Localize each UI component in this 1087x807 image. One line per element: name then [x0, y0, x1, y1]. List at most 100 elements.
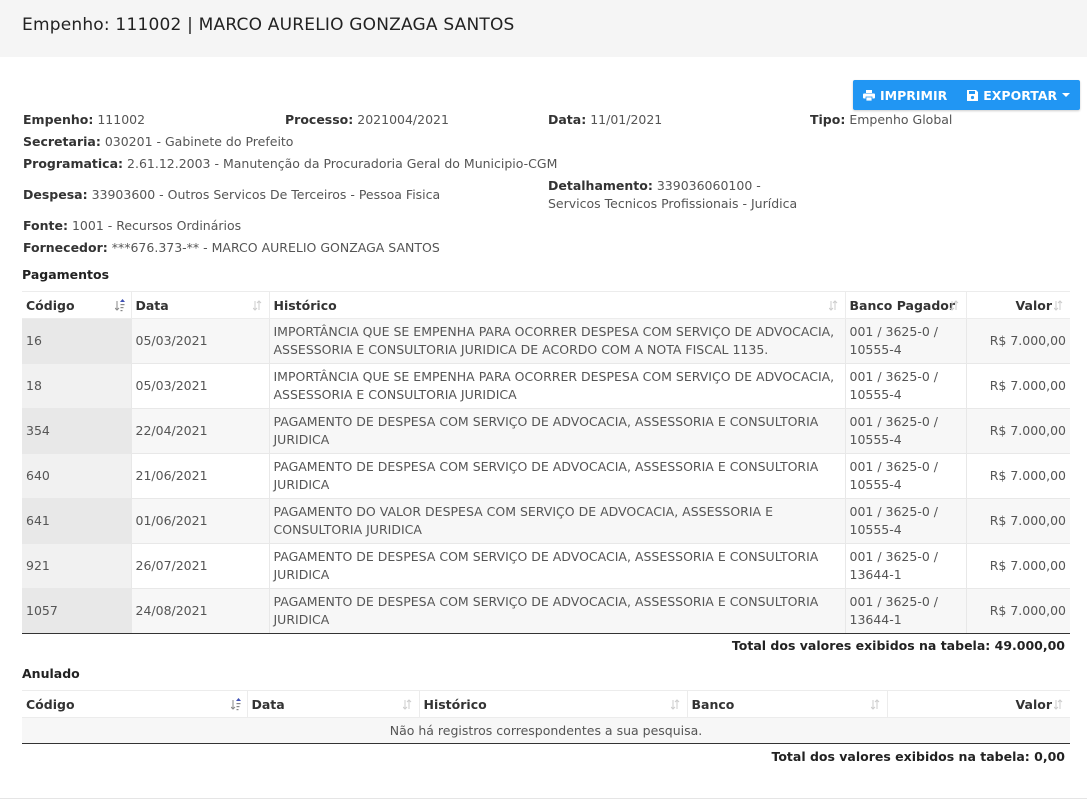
sort-icon — [402, 699, 411, 710]
column-header-data[interactable]: Data — [246, 690, 419, 718]
cell-banco: 001 / 3625-0 / 13644-1 — [844, 543, 966, 589]
cell-historico: PAGAMENTO DE DESPESA COM SERVIÇO DE ADVO… — [268, 543, 845, 589]
cell-valor: R$ 7.000,00 — [965, 498, 1070, 544]
historico-line: PAGAMENTO DE DESPESA COM SERVIÇO DE ADVO… — [273, 414, 819, 429]
despesa-label: Despesa: — [23, 187, 88, 202]
column-header-label: Código — [26, 696, 75, 712]
column-header-label: Banco — [691, 696, 735, 712]
programatica-field: Programatica: 2.61.12.2003 - Manutenção … — [23, 155, 557, 173]
cell-valor: R$ 7.000,00 — [965, 588, 1070, 634]
sort-icon — [870, 699, 879, 710]
secretaria-label: Secretaria: — [23, 134, 101, 149]
column-header-valor[interactable]: Valor — [886, 690, 1070, 718]
cell-codigo: 16 — [22, 318, 131, 364]
anulado-total: Total dos valores exibidos na tabela: 0,… — [771, 749, 1065, 764]
cell-data: 05/03/2021 — [130, 318, 269, 364]
print-button[interactable]: IMPRIMIR — [853, 80, 957, 110]
cell-data: 05/03/2021 — [130, 363, 269, 409]
historico-line: JURIDICA — [273, 567, 330, 582]
historico-line: IMPORTÂNCIA QUE SE EMPENHA PARA OCORRER … — [273, 369, 835, 384]
table-row: 1057 24/08/2021 PAGAMENTO DE DESPESA COM… — [22, 588, 1070, 634]
historico-line: JURIDICA — [273, 612, 330, 627]
despesa-value: 33903600 - Outros Servicos De Terceiros … — [91, 187, 441, 202]
fornecedor-value: ***676.373-** - MARCO AURELIO GONZAGA SA… — [111, 240, 440, 255]
cell-historico: PAGAMENTO DE DESPESA COM SERVIÇO DE ADVO… — [268, 408, 845, 454]
export-button[interactable]: EXPORTAR — [957, 80, 1080, 110]
cell-valor: R$ 7.000,00 — [965, 363, 1070, 409]
banco-line: 10555-4 — [849, 387, 902, 402]
column-header-data[interactable]: Data — [130, 291, 269, 319]
sort-icon — [949, 300, 958, 311]
programatica-value: 2.61.12.2003 - Manutenção da Procuradori… — [127, 156, 558, 171]
pagamentos-total: Total dos valores exibidos na tabela: 49… — [731, 638, 1065, 653]
column-header-codigo[interactable]: Código — [22, 690, 247, 718]
column-header-historico[interactable]: Histórico — [418, 690, 687, 718]
cell-historico: IMPORTÂNCIA QUE SE EMPENHA PARA OCORRER … — [268, 318, 845, 364]
cell-data: 24/08/2021 — [130, 588, 269, 634]
historico-line: CONSULTORIA JURIDICA — [273, 522, 422, 537]
banco-line: 10555-4 — [849, 522, 902, 537]
banco-line: 001 / 3625-0 / — [849, 549, 938, 564]
table-row: 354 22/04/2021 PAGAMENTO DE DESPESA COM … — [22, 408, 1070, 454]
printer-icon — [863, 89, 875, 101]
cell-valor: R$ 7.000,00 — [965, 408, 1070, 454]
column-header-label: Banco Pagador — [849, 297, 956, 313]
cell-data: 22/04/2021 — [130, 408, 269, 454]
column-header-label: Histórico — [273, 297, 337, 313]
banco-line: 001 / 3625-0 / — [849, 594, 938, 609]
cell-codigo: 18 — [22, 363, 131, 409]
cell-codigo: 640 — [22, 453, 131, 499]
detalhamento-value: 339036060100 - — [656, 178, 761, 193]
cell-banco: 001 / 3625-0 / 10555-4 — [844, 498, 966, 544]
column-header-codigo[interactable]: Código — [22, 291, 131, 319]
cell-valor: R$ 7.000,00 — [965, 543, 1070, 589]
cell-banco: 001 / 3625-0 / 10555-4 — [844, 453, 966, 499]
column-header-historico[interactable]: Histórico — [268, 291, 845, 319]
sort-icon — [252, 300, 261, 311]
sort-ascending-icon — [230, 698, 241, 711]
banco-line: 001 / 3625-0 / — [849, 414, 938, 429]
cell-banco: 001 / 3625-0 / 10555-4 — [844, 408, 966, 454]
sort-ascending-icon — [114, 299, 125, 312]
processo-value: 2021004/2021 — [357, 112, 449, 127]
column-header-banco[interactable]: Banco — [686, 690, 887, 718]
banco-line: 001 / 3625-0 / — [849, 369, 938, 384]
fonte-field: Fonte: 1001 - Recursos Ordinários — [23, 217, 241, 235]
print-button-label: IMPRIMIR — [880, 87, 948, 103]
cell-valor: R$ 7.000,00 — [965, 453, 1070, 499]
empenho-field: Empenho: 111002 — [23, 111, 145, 129]
table-row: 921 26/07/2021 PAGAMENTO DE DESPESA COM … — [22, 543, 1070, 589]
tipo-field: Tipo: Empenho Global — [810, 111, 952, 129]
detalhamento-label: Detalhamento: — [548, 178, 653, 193]
historico-line: JURIDICA — [273, 477, 330, 492]
column-header-valor[interactable]: Valor — [965, 291, 1070, 319]
data-label: Data: — [548, 112, 587, 127]
page-title: Empenho: 111002 | MARCO AURELIO GONZAGA … — [22, 15, 515, 35]
historico-line: PAGAMENTO DO VALOR DESPESA COM SERVIÇO D… — [273, 504, 773, 519]
cell-data: 21/06/2021 — [130, 453, 269, 499]
cell-valor: R$ 7.000,00 — [965, 318, 1070, 364]
fonte-label: Fonte: — [23, 218, 68, 233]
banco-line: 10555-4 — [849, 342, 902, 357]
detalhamento-field: Detalhamento: 339036060100 - Servicos Tec… — [548, 177, 797, 213]
cell-historico: PAGAMENTO DE DESPESA COM SERVIÇO DE ADVO… — [268, 588, 845, 634]
secretaria-field: Secretaria: 030201 - Gabinete do Prefeit… — [23, 133, 293, 151]
processo-field: Processo: 2021004/2021 — [285, 111, 449, 129]
table-row: 18 05/03/2021 IMPORTÂNCIA QUE SE EMPENHA… — [22, 363, 1070, 409]
processo-label: Processo: — [285, 112, 354, 127]
bottom-divider — [0, 798, 1087, 799]
empty-message: Não há registros correspondentes a sua p… — [22, 717, 1070, 744]
anulado-title: Anulado — [22, 666, 80, 681]
empenho-label: Empenho: — [23, 112, 94, 127]
column-header-label: Valor — [1015, 696, 1052, 712]
cell-codigo: 354 — [22, 408, 131, 454]
historico-line: JURIDICA — [273, 432, 330, 447]
data-field: Data: 11/01/2021 — [548, 111, 662, 129]
table-row: 641 01/06/2021 PAGAMENTO DO VALOR DESPES… — [22, 498, 1070, 544]
cell-historico: PAGAMENTO DO VALOR DESPESA COM SERVIÇO D… — [268, 498, 845, 544]
cell-banco: 001 / 3625-0 / 10555-4 — [844, 318, 966, 364]
cell-historico: IMPORTÂNCIA QUE SE EMPENHA PARA OCORRER … — [268, 363, 845, 409]
sort-icon — [1054, 300, 1063, 311]
column-header-banco-pagador[interactable]: Banco Pagador — [844, 291, 966, 319]
pagamentos-title: Pagamentos — [22, 267, 110, 282]
